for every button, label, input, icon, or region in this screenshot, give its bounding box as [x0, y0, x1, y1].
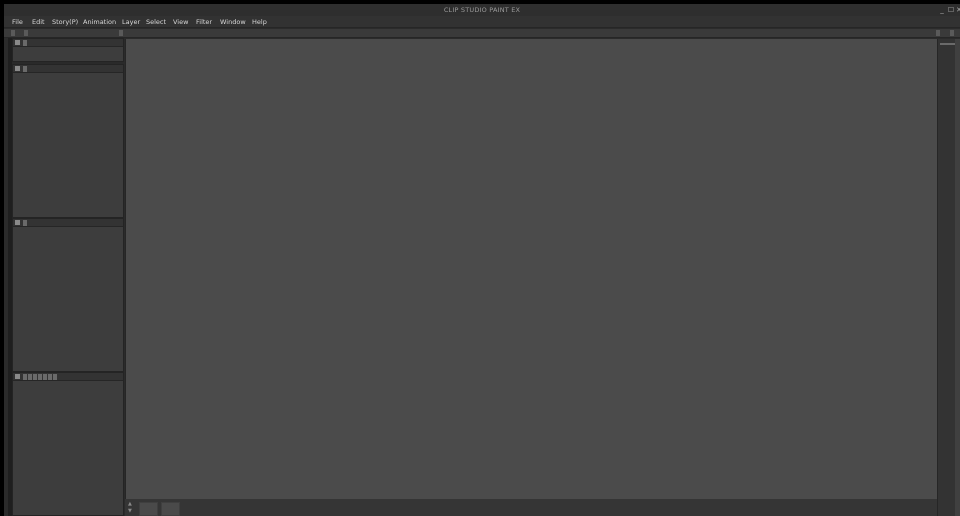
menu-help[interactable]: Help	[252, 18, 267, 26]
chevron-left-icon[interactable]	[11, 30, 15, 36]
menu-select[interactable]: Select	[146, 18, 166, 26]
panel-lower	[12, 372, 124, 516]
panel-menu-icon[interactable]	[15, 374, 20, 379]
expand-icon[interactable]	[950, 30, 954, 36]
panel-upper	[12, 64, 124, 218]
panel-tab[interactable]	[43, 374, 47, 380]
menu-file[interactable]: File	[12, 18, 23, 26]
dock-handle[interactable]	[940, 43, 956, 45]
menu-window[interactable]: Window	[220, 18, 246, 26]
panel-menu-icon[interactable]	[15, 220, 20, 225]
panel-middle	[12, 218, 124, 372]
command-bar	[4, 29, 960, 38]
menu-filter[interactable]: Filter	[196, 18, 212, 26]
menu-layer[interactable]: Layer	[122, 18, 140, 26]
window-title: CLIP STUDIO PAINT EX	[443, 6, 521, 14]
grip-icon[interactable]	[24, 30, 28, 36]
panel-tab[interactable]	[23, 374, 27, 380]
panel-tab[interactable]	[33, 374, 37, 380]
menu-bar: File Edit Story(P) Animation Layer Selec…	[4, 16, 960, 28]
panel-header[interactable]	[13, 39, 123, 47]
panel-header[interactable]	[13, 219, 123, 227]
menu-story[interactable]: Story(P)	[52, 18, 78, 26]
menu-edit[interactable]: Edit	[32, 18, 45, 26]
panel-tab[interactable]	[53, 374, 57, 380]
panel-tab[interactable]	[23, 40, 27, 46]
app-window: CLIP STUDIO PAINT EX _ ☐ ✕ File Edit Sto…	[4, 4, 960, 516]
menu-animation[interactable]: Animation	[83, 18, 116, 26]
panel-tab[interactable]	[23, 220, 27, 226]
chevron-left-icon[interactable]	[936, 30, 940, 36]
bottom-tab-strip: ▲ ▼	[125, 499, 937, 516]
right-edge-scrollbar[interactable]	[955, 39, 960, 516]
grip-icon[interactable]	[119, 30, 123, 36]
panel-top	[12, 38, 124, 62]
close-icon[interactable]: ✕	[955, 6, 960, 14]
panel-tab[interactable]	[23, 66, 27, 72]
canvas-area[interactable]	[125, 39, 937, 499]
panel-menu-icon[interactable]	[15, 66, 20, 71]
document-tab[interactable]	[161, 502, 180, 516]
panel-tab[interactable]	[28, 374, 32, 380]
document-tab[interactable]	[139, 502, 158, 516]
left-dock	[8, 38, 124, 516]
panel-header[interactable]	[13, 65, 123, 73]
scroll-up-icon[interactable]: ▲	[128, 501, 132, 507]
panel-header[interactable]	[13, 373, 123, 381]
panel-menu-icon[interactable]	[15, 40, 20, 45]
maximize-icon[interactable]: ☐	[947, 6, 955, 14]
panel-tab[interactable]	[38, 374, 42, 380]
minimize-icon[interactable]: _	[938, 6, 946, 14]
panel-tab[interactable]	[48, 374, 52, 380]
title-bar: CLIP STUDIO PAINT EX _ ☐ ✕	[4, 4, 960, 16]
scroll-down-icon[interactable]: ▼	[128, 508, 132, 514]
menu-view[interactable]: View	[173, 18, 188, 26]
